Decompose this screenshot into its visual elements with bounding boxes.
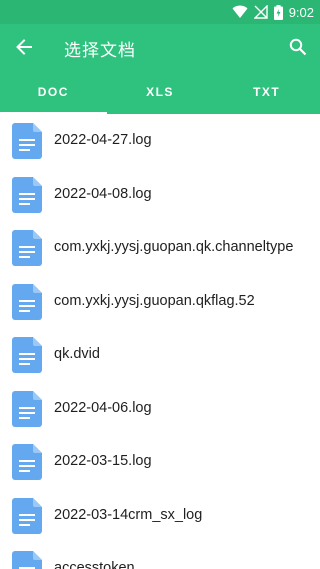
document-icon [12,444,42,480]
list-item[interactable]: com.yxkj.yysj.guopan.qkflag.52 [0,275,320,329]
tab-label: XLS [146,85,174,99]
file-name: 2022-04-06.log [54,399,152,416]
file-name: 2022-04-08.log [54,185,152,202]
page-title: 选择文档 [64,41,136,61]
status-time: 9:02 [288,4,314,20]
list-item[interactable]: com.yxkj.yysj.guopan.qk.channeltype [0,221,320,275]
document-icon [12,176,42,213]
tab-txt[interactable]: TXT [213,70,320,114]
file-name: com.yxkj.yysj.guopan.qkflag.52 [54,292,255,309]
app-bar: 选择文档 [0,24,320,70]
file-name: 2022-04-27.log [54,132,152,148]
file-name: 2022-03-15.log [54,453,152,469]
document-icon [12,551,42,569]
list-item[interactable]: 2022-03-14crm_sx_log [0,489,320,543]
arrow-left-icon [16,39,32,55]
signal-off-icon [253,5,268,19]
file-name: accesstoken [54,560,135,569]
tab-bar: DOC XLS TXT [0,70,320,114]
tab-doc[interactable]: DOC [0,70,107,114]
tab-xls[interactable]: XLS [107,70,214,114]
document-icon [12,390,42,427]
document-icon [12,337,42,373]
list-item[interactable]: accesstoken [0,542,320,569]
wifi-icon [232,5,248,18]
list-item[interactable]: 2022-03-15.log [0,435,320,489]
tab-label: DOC [37,85,69,99]
file-list: 2022-04-27.log 2022-04-08.log com.yxkj.y… [0,114,320,569]
document-icon [12,497,42,534]
list-item[interactable]: 2022-04-06.log [0,382,320,436]
search-button[interactable] [286,35,310,59]
status-bar: 9:02 [0,0,320,24]
document-icon [12,283,42,320]
document-icon [12,123,42,159]
document-icon [12,230,42,266]
file-name: 2022-03-14crm_sx_log [54,506,203,523]
file-name: com.yxkj.yysj.guopan.qk.channeltype [54,239,294,255]
search-icon [289,38,307,56]
tab-label: TXT [253,85,281,99]
list-item[interactable]: 2022-04-08.log [0,168,320,222]
list-item[interactable]: qk.dvid [0,328,320,382]
back-button[interactable] [12,35,36,59]
list-item[interactable]: 2022-04-27.log [0,114,320,168]
battery-icon [273,4,283,20]
file-name: qk.dvid [54,346,100,362]
status-icons: 9:02 [232,3,314,21]
